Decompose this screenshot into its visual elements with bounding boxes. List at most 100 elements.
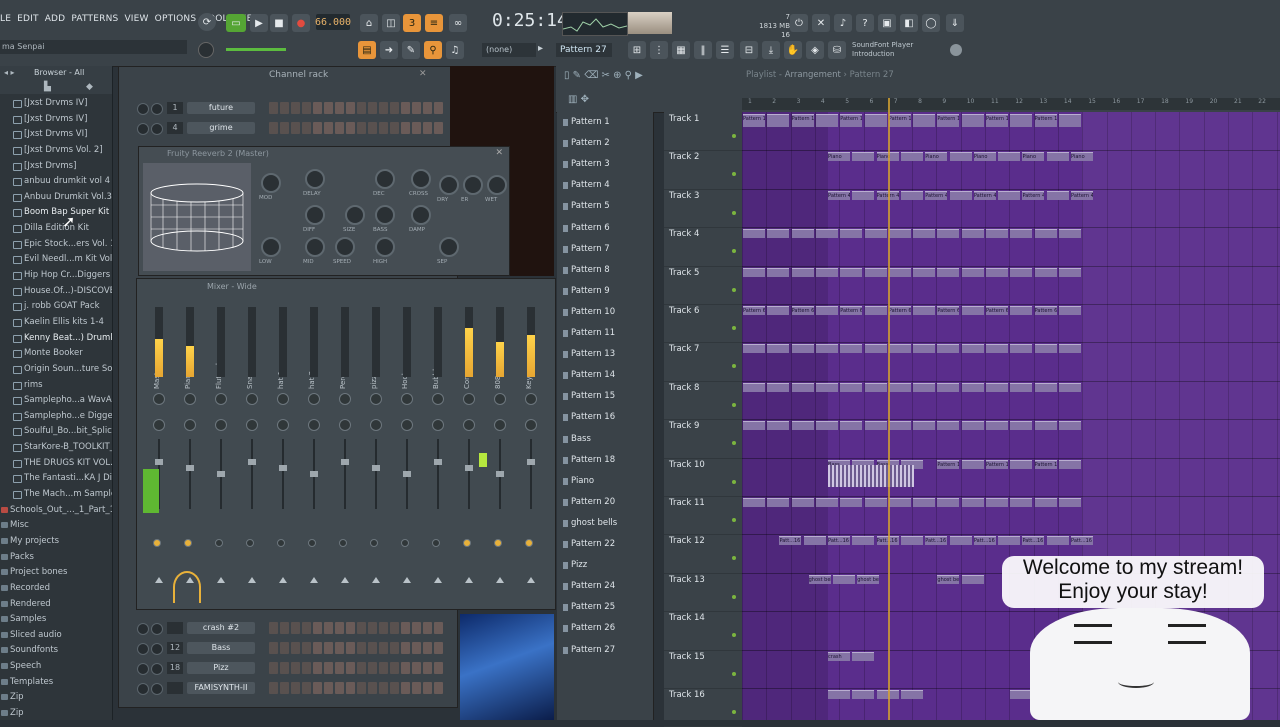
playlist-clip[interactable]	[937, 498, 960, 507]
mixer-send-knob[interactable]	[432, 539, 440, 547]
channel-led[interactable]	[137, 643, 149, 655]
playlist-clip[interactable]: Pattern 1	[840, 114, 863, 127]
step-button[interactable]	[368, 122, 377, 134]
channel-row[interactable]: crash #2	[123, 619, 449, 637]
track-header[interactable]: Track 7	[664, 342, 742, 382]
playlist-clip[interactable]: Patt...16	[925, 536, 948, 546]
mixer-send-knob[interactable]	[246, 539, 254, 547]
step-button[interactable]	[412, 102, 421, 114]
playlist-clip[interactable]	[791, 344, 814, 354]
wait-record-icon[interactable]: ◫	[382, 14, 400, 32]
pattern-add-icon[interactable]: ⊞	[628, 41, 646, 59]
help-icon[interactable]: ?	[856, 14, 874, 32]
playlist-clip[interactable]	[852, 190, 875, 200]
mixer-fader[interactable]	[465, 465, 473, 471]
track-header[interactable]: Track 11	[664, 496, 742, 536]
reverb-knob[interactable]	[411, 205, 431, 225]
step-button[interactable]	[390, 122, 399, 134]
pattern-picker-item[interactable]: Pattern 8	[561, 261, 649, 280]
mixer-pan-knob[interactable]	[246, 393, 258, 405]
step-button[interactable]	[412, 682, 421, 694]
mixer-stereo-knob[interactable]	[277, 419, 289, 431]
render-icon[interactable]: ◈	[806, 41, 824, 59]
picker-toggle-icon[interactable]: ▥ ✥	[568, 94, 589, 105]
channel-mixer-track[interactable]: 18	[167, 662, 183, 674]
step-button[interactable]	[379, 102, 388, 114]
step-button[interactable]	[324, 682, 333, 694]
step-button[interactable]	[335, 622, 344, 634]
song-time-display[interactable]: 0:25:14	[492, 10, 568, 34]
browser-item[interactable]: Schools_Out_..._1_Part_1	[0, 503, 112, 519]
save-icon[interactable]: ▣	[878, 14, 896, 32]
step-button[interactable]	[357, 642, 366, 654]
step-button[interactable]	[412, 122, 421, 134]
mixer-send-knob[interactable]	[153, 539, 161, 547]
channel-led[interactable]	[137, 623, 149, 635]
channel-name-button[interactable]: FAMISYNTH-II	[187, 682, 255, 694]
playlist-clip[interactable]	[840, 421, 863, 431]
mixer-fader[interactable]	[341, 459, 349, 465]
pattern-picker-item[interactable]: Pattern 14	[561, 366, 649, 385]
browser-item[interactable]: My projects	[0, 534, 112, 550]
track-mute-led[interactable]	[732, 134, 736, 138]
pattern-picker-item[interactable]: Pattern 7	[561, 240, 649, 259]
menu-item[interactable]: PATTERNS	[71, 14, 118, 30]
step-button[interactable]	[368, 642, 377, 654]
playlist-clip[interactable]	[791, 382, 814, 392]
mixer-strip[interactable]: Snare	[238, 307, 266, 599]
song-mode-toggle[interactable]: ▭	[226, 14, 246, 32]
playlist-clip[interactable]	[815, 267, 838, 277]
step-button[interactable]	[434, 642, 443, 654]
browser-item[interactable]: Hip Hop Cr...Diggers 2	[0, 268, 112, 284]
step-button[interactable]	[313, 682, 322, 694]
mixer-route-arrow[interactable]	[279, 577, 287, 583]
news-icon[interactable]	[950, 44, 962, 56]
browser-item[interactable]: StarKore-B_TOOLKIT_1	[0, 440, 112, 456]
mixer-route-arrow[interactable]	[155, 577, 163, 583]
playlist-clip[interactable]	[1046, 536, 1069, 546]
channel-mute-led[interactable]	[151, 663, 163, 675]
plugin-picker-icon[interactable]: ⤓	[762, 41, 780, 59]
step-button[interactable]	[269, 642, 278, 654]
playlist-clip[interactable]	[913, 498, 936, 507]
step-button[interactable]	[269, 662, 278, 674]
track-header[interactable]: Track 14	[664, 611, 742, 651]
pattern-picker-item[interactable]: Pattern 22	[561, 535, 649, 554]
step-button[interactable]	[302, 122, 311, 134]
step-button[interactable]	[313, 642, 322, 654]
mixer-pan-knob[interactable]	[432, 393, 444, 405]
browser-item[interactable]: Boom Bap Super Kit	[0, 205, 112, 221]
mixer-route-arrow[interactable]	[434, 577, 442, 583]
step-button[interactable]	[324, 642, 333, 654]
channel-mute-led[interactable]	[151, 683, 163, 695]
track-header[interactable]: Track 6	[664, 304, 742, 344]
playlist-clip[interactable]: Pattern 4	[1071, 190, 1094, 200]
mixer-fader[interactable]	[403, 471, 411, 477]
track-header[interactable]: Track 2	[664, 150, 742, 190]
reverb-knob[interactable]	[463, 175, 483, 195]
playlist-clip[interactable]	[937, 421, 960, 431]
mixer-strip[interactable]: Master	[145, 307, 173, 599]
step-button[interactable]	[346, 642, 355, 654]
pattern-picker-item[interactable]: Pattern 18	[561, 451, 649, 470]
mixer-route-arrow[interactable]	[248, 577, 256, 583]
playlist-clip[interactable]	[888, 229, 911, 239]
step-icon[interactable]: ➜	[380, 41, 398, 59]
step-button[interactable]	[390, 642, 399, 654]
playlist-clip[interactable]: Pattern 6	[937, 306, 960, 315]
track-header[interactable]: Track 16	[664, 688, 742, 727]
browser-item[interactable]: The Fantasti...KA J Dilla	[0, 471, 112, 487]
playlist-clip[interactable]	[1034, 229, 1057, 239]
pattern-picker-item[interactable]: Pattern 15	[561, 387, 649, 406]
playlist-clip[interactable]: Pattern 1	[888, 114, 911, 127]
reverb-knob[interactable]	[261, 173, 281, 193]
playlist-clip[interactable]	[900, 690, 923, 699]
record-mode-icon[interactable]: ⟳	[198, 13, 216, 31]
step-button[interactable]	[291, 642, 300, 654]
reverb-knob[interactable]	[411, 169, 431, 189]
playlist-clip[interactable]	[864, 229, 887, 239]
mixer-send-knob[interactable]	[339, 539, 347, 547]
audio-clip-waveform[interactable]	[828, 465, 914, 487]
playlist-clip[interactable]	[864, 498, 887, 507]
playhead[interactable]	[888, 98, 890, 720]
